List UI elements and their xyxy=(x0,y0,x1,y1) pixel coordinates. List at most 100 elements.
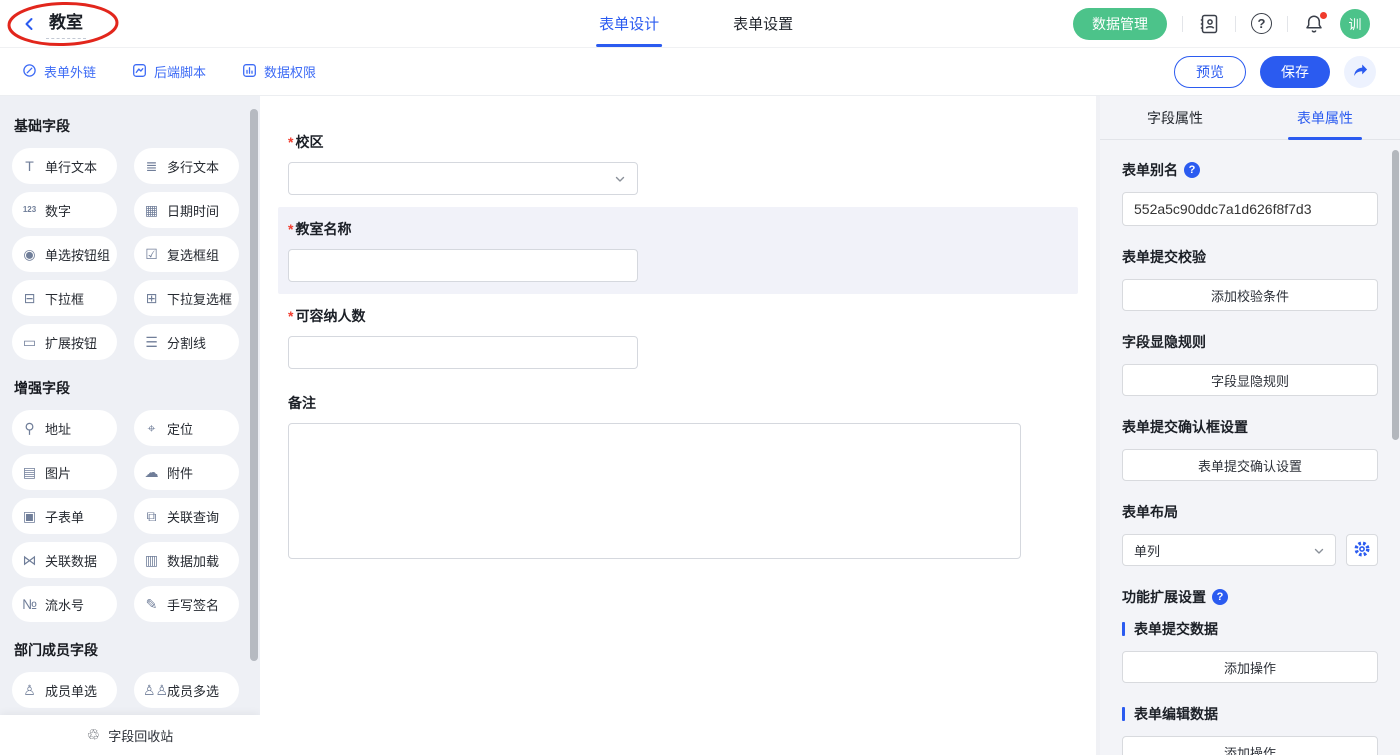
contact-book-icon[interactable] xyxy=(1198,13,1220,35)
property-action-button[interactable]: 添加校验条件 xyxy=(1122,279,1378,311)
window-scrollbar[interactable] xyxy=(1392,150,1399,440)
share-button[interactable] xyxy=(1344,56,1376,88)
property-group: 字段显隐规则字段显隐规则 xyxy=(1122,332,1378,396)
property-label-text: 表单编辑数据 xyxy=(1134,704,1218,724)
property-action-button[interactable]: 添加操作 xyxy=(1122,736,1378,755)
property-action-button[interactable]: 表单提交确认设置 xyxy=(1122,449,1378,481)
checkbox-group-icon: ☑ xyxy=(143,247,160,261)
form-layout-select[interactable]: 单列 xyxy=(1122,534,1336,566)
dropdown-icon: ⊟ xyxy=(21,291,38,305)
field-input[interactable] xyxy=(288,336,638,369)
number-icon: 123 xyxy=(21,206,38,214)
palette-item-single-line-text[interactable]: T单行文本 xyxy=(12,148,117,184)
palette-item-signature-pen[interactable]: ✎手写签名 xyxy=(134,586,239,622)
tab-form-design[interactable]: 表单设计 xyxy=(599,0,659,47)
palette-section-grid: ⚲地址 ⌖定位 ▤图片 ☁附件 ▣ 子表单 ⧉关联查询 ⋈关联数据 ▥数据加载 №流水号 ✎手写签名 xyxy=(12,410,248,622)
help-badge-icon[interactable] xyxy=(1212,589,1228,605)
palette-item-locate[interactable]: ⌖定位 xyxy=(134,410,239,446)
external-link-button[interactable]: 表单外链 xyxy=(22,62,96,81)
palette-item-label: 单行文本 xyxy=(45,157,97,176)
subform-icon: ▣ xyxy=(21,509,38,523)
property-action-button[interactable]: 添加操作 xyxy=(1122,651,1378,683)
data-permission-button[interactable]: 数据权限 xyxy=(242,62,316,81)
property-label: 表单编辑数据 xyxy=(1122,704,1378,724)
palette-item-radio-group[interactable]: ◉单选按钮组 xyxy=(12,236,117,272)
tab-form-settings[interactable]: 表单设置 xyxy=(733,0,793,47)
back-button[interactable]: 教室 xyxy=(0,8,86,39)
palette-item-image[interactable]: ▤图片 xyxy=(12,454,117,490)
palette-item-member-single[interactable]: ♙成员单选 xyxy=(12,672,117,708)
property-label-text: 功能扩展设置 xyxy=(1122,587,1206,607)
palette-item-label: 扩展按钮 xyxy=(45,333,97,352)
palette-item-label: 下拉复选框 xyxy=(167,289,232,308)
field-palette: 基础字段T单行文本≣多行文本123数字▦日期时间◉单选按钮组☑复选框组⊟下拉框⊞… xyxy=(0,96,260,752)
tab-field-properties[interactable]: 字段属性 xyxy=(1100,96,1250,139)
serial-number-icon: № xyxy=(21,597,38,611)
palette-item-label: 子表单 xyxy=(45,507,84,526)
property-label: 表单提交校验 xyxy=(1122,247,1378,267)
palette-item-divider[interactable]: ☰分割线 xyxy=(134,324,239,360)
field-select[interactable] xyxy=(288,162,638,195)
form-field-label: *校区 xyxy=(288,132,1068,152)
form-field-row[interactable]: *校区 xyxy=(278,120,1078,207)
preview-button[interactable]: 预览 xyxy=(1174,56,1246,88)
layout-gear-button[interactable] xyxy=(1346,534,1378,566)
form-field-label: *可容纳人数 xyxy=(288,306,1068,326)
palette-item-data-load-chart[interactable]: ▥数据加载 xyxy=(134,542,239,578)
field-palette-sidebar: 基础字段T单行文本≣多行文本123数字▦日期时间◉单选按钮组☑复选框组⊟下拉框⊞… xyxy=(0,96,260,755)
sidebar-scrollbar[interactable] xyxy=(250,109,258,661)
property-label-text: 表单提交数据 xyxy=(1134,619,1218,639)
form-alias-input[interactable] xyxy=(1122,192,1378,226)
palette-item-linked-query[interactable]: ⧉关联查询 xyxy=(134,498,239,534)
palette-item-member-multi[interactable]: ♙♙成员多选 xyxy=(134,672,239,708)
palette-item-label: 数据加载 xyxy=(167,551,219,570)
member-multi-icon: ♙♙ xyxy=(143,683,160,697)
required-asterisk: * xyxy=(288,308,293,324)
palette-item-linked-data[interactable]: ⋈关联数据 xyxy=(12,542,117,578)
bell-icon[interactable] xyxy=(1303,13,1325,35)
palette-item-extend-button[interactable]: ▭扩展按钮 xyxy=(12,324,117,360)
palette-item-datetime[interactable]: ▦日期时间 xyxy=(134,192,239,228)
palette-item-checkbox-group[interactable]: ☑复选框组 xyxy=(134,236,239,272)
share-arrow-icon xyxy=(1352,62,1369,82)
form-field-row[interactable]: *教室名称 xyxy=(278,207,1078,294)
save-button[interactable]: 保存 xyxy=(1260,56,1330,88)
tab-form-properties[interactable]: 表单属性 xyxy=(1250,96,1400,139)
palette-item-label: 手写签名 xyxy=(167,595,219,614)
field-input[interactable] xyxy=(288,249,638,282)
chevron-down-icon xyxy=(1313,545,1325,557)
property-label: 字段显隐规则 xyxy=(1122,332,1378,352)
avatar[interactable]: 训 xyxy=(1340,9,1370,39)
form-field-row[interactable]: *可容纳人数 xyxy=(278,294,1078,381)
form-field-row[interactable]: 备注 xyxy=(278,381,1078,574)
backend-script-button[interactable]: 后端脚本 xyxy=(132,62,206,81)
palette-item-label: 数字 xyxy=(45,201,71,220)
property-group: 表单提交确认框设置表单提交确认设置 xyxy=(1122,417,1378,481)
palette-item-serial-number[interactable]: №流水号 xyxy=(12,586,117,622)
notification-badge xyxy=(1320,12,1327,19)
property-action-button[interactable]: 字段显隐规则 xyxy=(1122,364,1378,396)
recycle-icon: ♲ xyxy=(87,726,100,744)
palette-item-dropdown[interactable]: ⊟下拉框 xyxy=(12,280,117,316)
help-badge-icon[interactable] xyxy=(1184,162,1200,178)
palette-item-number[interactable]: 123 数字 xyxy=(12,192,117,228)
palette-item-multi-line-text[interactable]: ≣多行文本 xyxy=(134,148,239,184)
palette-item-subform[interactable]: ▣ 子表单 xyxy=(12,498,117,534)
app-body: 基础字段T单行文本≣多行文本123数字▦日期时间◉单选按钮组☑复选框组⊟下拉框⊞… xyxy=(0,96,1400,755)
form-properties-content: 表单别名表单提交校验添加校验条件字段显隐规则字段显隐规则表单提交确认框设置表单提… xyxy=(1100,140,1400,755)
help-icon[interactable] xyxy=(1251,13,1272,34)
palette-item-multi-dropdown[interactable]: ⊞下拉复选框 xyxy=(134,280,239,316)
palette-item-address-pin[interactable]: ⚲地址 xyxy=(12,410,117,446)
property-label: 表单布局 xyxy=(1122,502,1378,522)
palette-section-grid: T单行文本 ≣多行文本 123 数字 ▦日期时间 ◉单选按钮组 ☑复选框组 ⊟下拉框 ⊞下拉复选… xyxy=(12,148,248,360)
divider xyxy=(1287,16,1288,32)
field-recycle-bin-button[interactable]: ♲ 字段回收站 xyxy=(0,715,260,755)
palette-item-label: 关联查询 xyxy=(167,507,219,526)
palette-section-title: 部门成员字段 xyxy=(14,640,248,660)
data-manage-button[interactable]: 数据管理 xyxy=(1073,8,1167,40)
recycle-label: 字段回收站 xyxy=(108,726,173,745)
field-textarea[interactable] xyxy=(288,423,1021,559)
property-label: 表单别名 xyxy=(1122,160,1378,180)
palette-item-attachment-cloud[interactable]: ☁附件 xyxy=(134,454,239,490)
datetime-icon: ▦ xyxy=(143,203,160,217)
